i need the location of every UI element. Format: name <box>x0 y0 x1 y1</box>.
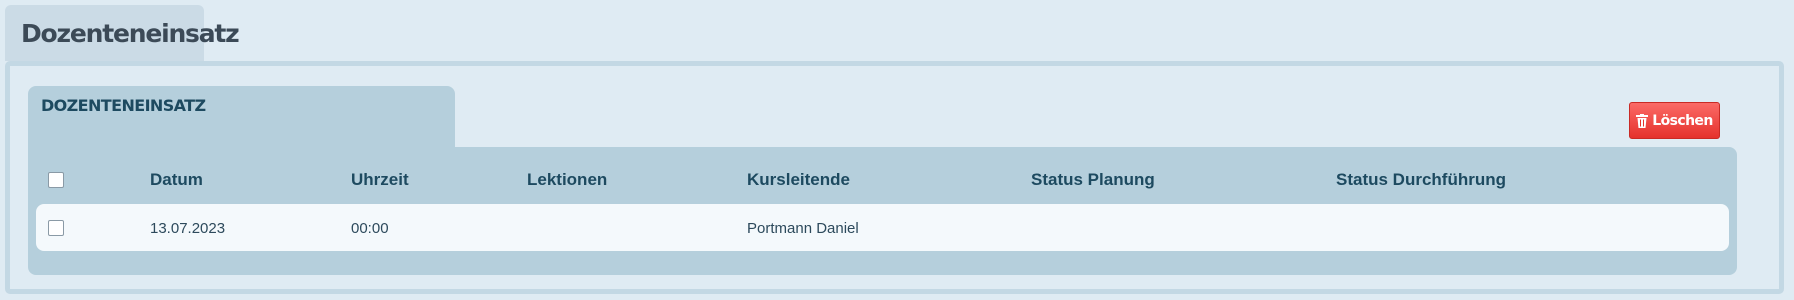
column-header-kursleitende[interactable]: Kursleitende <box>747 170 850 190</box>
cell-kursleitende: Portmann Daniel <box>747 220 859 237</box>
row-checkbox[interactable] <box>48 220 64 236</box>
column-header-status-durchfuehrung[interactable]: Status Durchführung <box>1336 170 1506 190</box>
trash-icon <box>1636 113 1649 128</box>
column-header-datum[interactable]: Datum <box>150 170 203 190</box>
page-tab[interactable]: Dozenteneinsatz <box>5 5 240 61</box>
section-tab: DOZENTENEINSATZ <box>28 86 455 150</box>
column-header-uhrzeit[interactable]: Uhrzeit <box>351 170 409 190</box>
page-tab-title: Dozenteneinsatz <box>21 18 240 48</box>
delete-button[interactable]: Löschen <box>1629 102 1720 139</box>
column-header-lektionen[interactable]: Lektionen <box>527 170 607 190</box>
column-header-status-planung[interactable]: Status Planung <box>1031 170 1155 190</box>
select-all-checkbox[interactable] <box>48 172 64 188</box>
delete-button-label: Löschen <box>1652 112 1713 129</box>
cell-datum: 13.07.2023 <box>150 220 226 237</box>
table-row[interactable] <box>36 204 1729 251</box>
section-title: DOZENTENEINSATZ <box>41 96 206 115</box>
cell-uhrzeit: 00:00 <box>351 220 389 237</box>
